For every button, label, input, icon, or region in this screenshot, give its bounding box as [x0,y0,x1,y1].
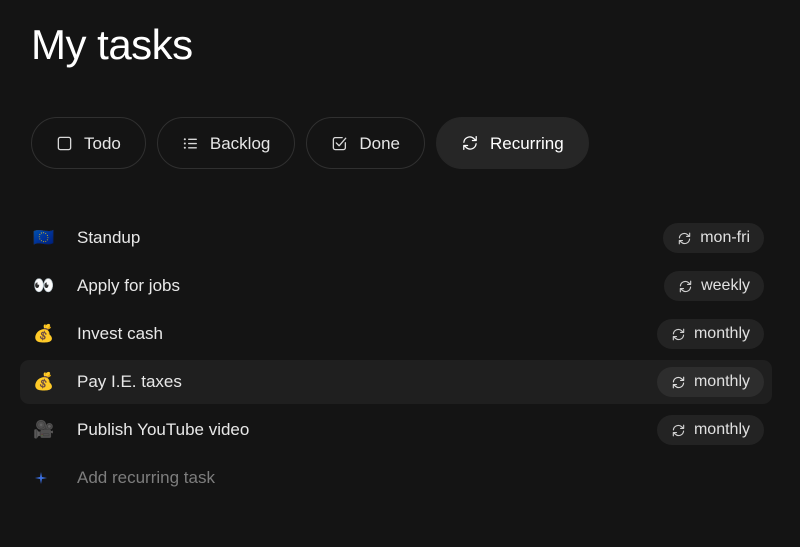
status-badge[interactable]: weekly [664,271,764,301]
status-badge-label: monthly [693,421,750,438]
list-icon [182,135,199,152]
my-tasks-page: My tasks Todo Backlog Done Recurring 🇪🇺 … [0,0,800,547]
status-badge-label: mon-fri [700,229,750,246]
tab-todo[interactable]: Todo [31,117,146,169]
task-title: Invest cash [77,324,163,343]
status-badge[interactable]: mon-fri [663,223,764,253]
recurring-task-list: 🇪🇺 Standup mon-fri 👀 Apply for jobs week… [0,212,800,504]
eyes-emoji: 👀 [33,275,55,296]
add-recurring-task-button[interactable]: Add recurring task [20,456,772,500]
task-title: Standup [77,228,141,247]
task-title: Publish YouTube video [77,420,250,439]
tab-recurring[interactable]: Recurring [436,117,589,169]
page-title: My tasks [31,21,193,68]
status-badge[interactable]: monthly [656,319,764,349]
table-row[interactable]: 💰 Pay I.E. taxes monthly [20,360,772,404]
money-bag-emoji: 💰 [33,323,55,344]
recurring-icon [678,279,693,294]
table-row[interactable]: 👀 Apply for jobs weekly [20,264,772,308]
money-bag-emoji: 💰 [33,371,55,392]
status-badge[interactable]: monthly [656,415,764,445]
tab-done[interactable]: Done [306,117,425,169]
checkbox-checked-icon [331,135,348,152]
tab-todo-label: Todo [84,133,121,153]
tab-backlog[interactable]: Backlog [156,117,296,169]
recurring-icon [677,231,692,246]
recurring-icon [671,375,686,390]
status-badge[interactable]: monthly [656,367,764,397]
status-badge-label: monthly [693,325,750,342]
european-union-flag-emoji: 🇪🇺 [33,227,55,248]
status-badge-label: monthly [693,373,750,390]
table-row[interactable]: 🎥 Publish YouTube video monthly [20,408,772,452]
plus-icon [33,470,59,486]
tab-backlog-label: Backlog [209,133,271,153]
movie-camera-emoji: 🎥 [33,419,55,440]
status-badge-label: weekly [701,277,750,294]
recurring-icon [461,134,479,152]
recurring-icon [671,423,686,438]
tab-done-label: Done [359,133,400,153]
add-recurring-task-label: Add recurring task [77,468,215,487]
checkbox-empty-icon [56,135,73,152]
table-row[interactable]: 🇪🇺 Standup mon-fri [20,216,772,260]
task-title: Apply for jobs [77,276,180,295]
task-title: Pay I.E. taxes [77,372,182,391]
tab-recurring-label: Recurring [490,133,564,153]
table-row[interactable]: 💰 Invest cash monthly [20,312,772,356]
task-filter-tabs: Todo Backlog Done Recurring [31,117,589,169]
recurring-icon [671,327,686,342]
